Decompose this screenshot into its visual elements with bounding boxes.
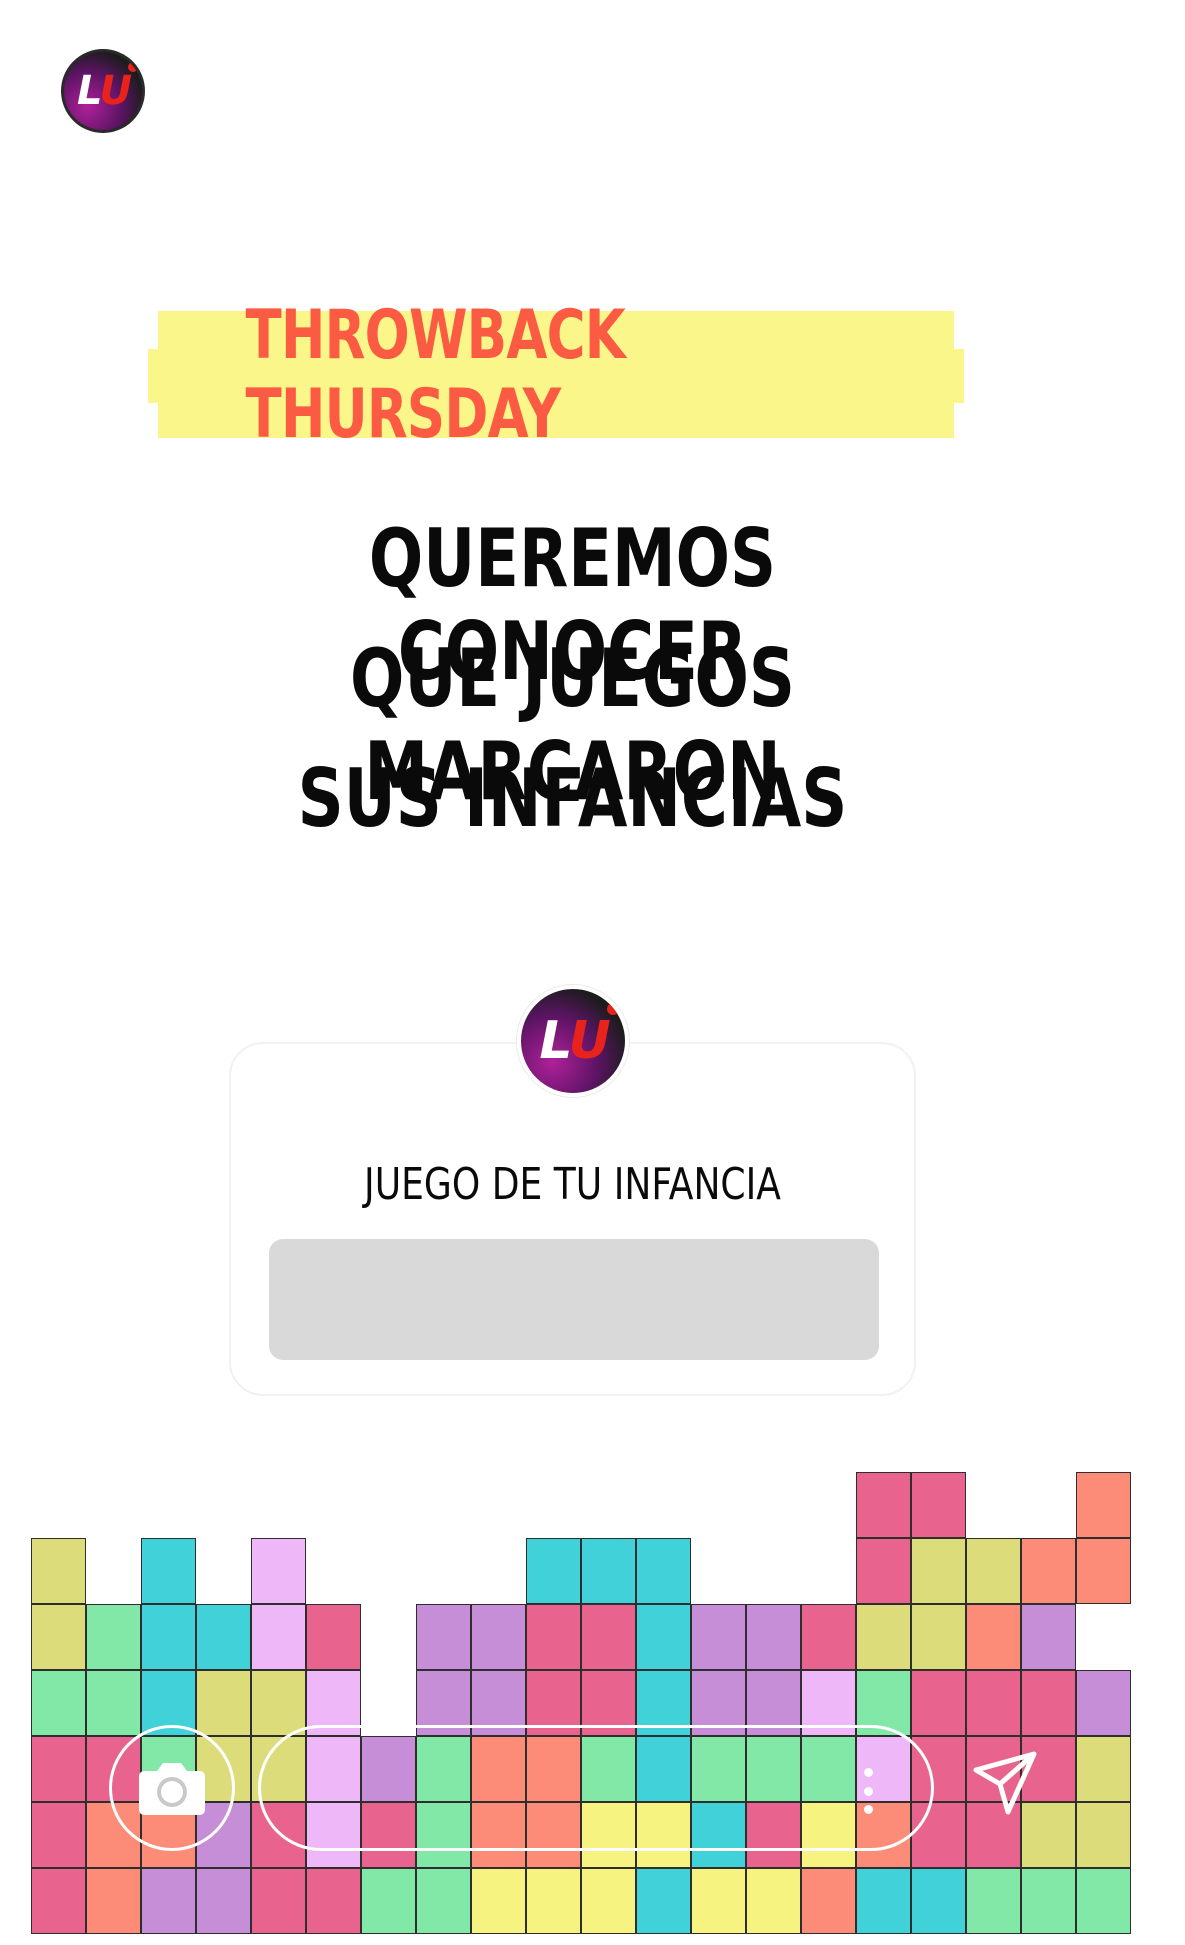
block-cell xyxy=(251,1538,306,1604)
headline-line-3: SUS INFANCIAS xyxy=(297,752,848,845)
block-cell xyxy=(1021,1538,1076,1604)
block-cell xyxy=(581,1538,636,1604)
block-cell xyxy=(911,1472,966,1538)
answer-input[interactable] xyxy=(269,1239,879,1360)
block-cell xyxy=(966,1604,1021,1670)
send-button[interactable] xyxy=(970,1748,1040,1818)
block-cell xyxy=(581,1604,636,1670)
block-cell xyxy=(526,1604,581,1670)
throwback-banner: THROWBACK THURSDAY xyxy=(148,295,964,454)
block-cell xyxy=(31,1604,86,1670)
block-cell xyxy=(141,1538,196,1604)
camera-icon xyxy=(139,1763,205,1815)
block-cell xyxy=(526,1538,581,1604)
block-cell xyxy=(1076,1472,1131,1538)
block-cell xyxy=(1021,1604,1076,1670)
block-cell xyxy=(856,1538,911,1604)
question-prompt: JUEGO DE TU INFANCIA xyxy=(364,1159,781,1210)
banner-text: THROWBACK THURSDAY xyxy=(245,295,626,454)
block-cell xyxy=(691,1604,746,1670)
block-cell xyxy=(196,1604,251,1670)
block-cell xyxy=(86,1604,141,1670)
send-message-field[interactable] xyxy=(258,1725,934,1851)
block-cell xyxy=(856,1472,911,1538)
block-cell xyxy=(636,1604,691,1670)
reply-bar xyxy=(0,1700,1185,1880)
block-cell xyxy=(306,1604,361,1670)
tetris-blocks-decoration xyxy=(0,0,1185,1945)
profile-avatar[interactable]: LU xyxy=(61,49,145,133)
block-cell xyxy=(1076,1538,1131,1604)
block-cell xyxy=(856,1604,911,1670)
more-vertical-icon[interactable] xyxy=(863,1768,873,1814)
block-cell xyxy=(141,1604,196,1670)
camera-button[interactable] xyxy=(109,1725,235,1851)
sticker-avatar: LU xyxy=(517,985,629,1097)
live-dot-icon xyxy=(607,1003,619,1015)
block-cell xyxy=(746,1604,801,1670)
send-icon xyxy=(973,1751,1037,1815)
block-cell xyxy=(31,1538,86,1604)
block-cell xyxy=(251,1604,306,1670)
block-cell xyxy=(966,1538,1021,1604)
block-cell xyxy=(911,1604,966,1670)
live-dot-icon xyxy=(128,62,138,72)
block-cell xyxy=(911,1538,966,1604)
block-cell xyxy=(471,1604,526,1670)
block-cell xyxy=(801,1604,856,1670)
block-cell xyxy=(636,1538,691,1604)
block-cell xyxy=(416,1604,471,1670)
